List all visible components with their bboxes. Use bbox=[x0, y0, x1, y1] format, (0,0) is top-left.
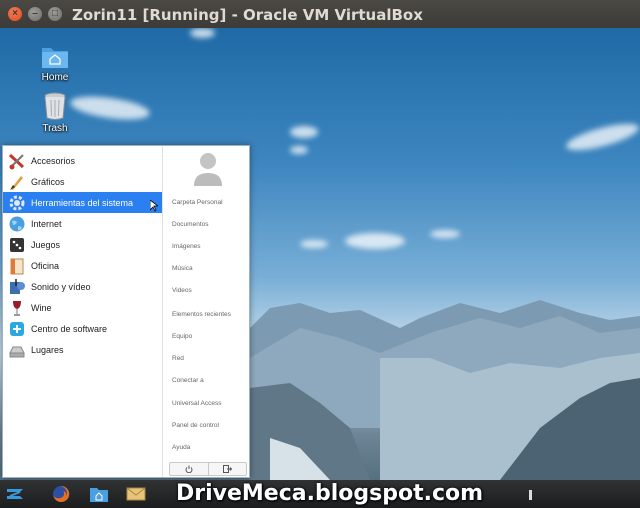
place-panel-de-control[interactable]: Panel de control bbox=[172, 422, 219, 429]
place-equipo[interactable]: Equipo bbox=[172, 333, 192, 340]
wine-glass-icon bbox=[8, 299, 26, 317]
place-red[interactable]: Red bbox=[172, 355, 184, 362]
zorin-menu-icon bbox=[7, 489, 23, 499]
power-icon bbox=[185, 465, 193, 473]
menu-footer bbox=[169, 462, 247, 476]
menu-category-label: Oficina bbox=[31, 260, 60, 271]
menu-category-label: Lugares bbox=[31, 344, 64, 355]
place-imagenes[interactable]: Imágenes bbox=[172, 243, 201, 250]
power-button[interactable] bbox=[170, 463, 208, 475]
accessories-icon bbox=[8, 152, 26, 170]
taskbar-files[interactable] bbox=[88, 484, 110, 504]
maximize-window-button[interactable]: □ bbox=[48, 7, 62, 21]
menu-category-juegos[interactable]: Juegos bbox=[3, 234, 162, 255]
menu-category-graficos[interactable]: Gráficos bbox=[3, 171, 162, 192]
watermark: DriveMeca.blogspot.com bbox=[176, 481, 484, 506]
taskbar-firefox[interactable] bbox=[50, 484, 72, 504]
taskbar-mail[interactable] bbox=[125, 484, 147, 504]
internet-globe-icon bbox=[8, 215, 26, 233]
menu-category-label: Wine bbox=[31, 302, 52, 313]
window-title-bar: × – □ Zorin11 [Running] - Oracle VM Virt… bbox=[0, 0, 640, 28]
mail-icon bbox=[126, 487, 146, 501]
menu-category-herramientas[interactable]: Herramientas del sistema bbox=[3, 192, 162, 213]
place-videos[interactable]: Videos bbox=[172, 287, 192, 294]
menu-category-accesorios[interactable]: Accesorios bbox=[3, 150, 162, 171]
menu-category-oficina[interactable]: Oficina bbox=[3, 255, 162, 276]
menu-category-wine[interactable]: Wine bbox=[3, 297, 162, 318]
place-ayuda[interactable]: Ayuda bbox=[172, 444, 190, 451]
graphics-icon bbox=[8, 173, 26, 191]
menu-category-label: Herramientas del sistema bbox=[31, 197, 134, 208]
menu-category-label: Juegos bbox=[31, 239, 61, 250]
files-icon bbox=[90, 488, 108, 502]
menu-category-internet[interactable]: Internet bbox=[3, 213, 162, 234]
logout-button[interactable] bbox=[207, 463, 247, 475]
place-musica[interactable]: Música bbox=[172, 265, 193, 272]
close-window-button[interactable]: × bbox=[8, 7, 22, 21]
firefox-icon bbox=[53, 485, 70, 502]
menu-category-label: Centro de software bbox=[31, 323, 108, 334]
desktop-icon-home[interactable]: Home bbox=[25, 43, 85, 83]
logout-icon bbox=[222, 465, 232, 473]
place-elementos-recientes[interactable]: Elementos recientes bbox=[172, 311, 231, 318]
games-icon bbox=[8, 236, 26, 254]
menu-category-label: Gráficos bbox=[31, 176, 65, 187]
mouse-pointer-icon bbox=[150, 200, 158, 212]
office-icon bbox=[8, 257, 26, 275]
place-universal-access[interactable]: Universal Access bbox=[172, 400, 222, 407]
menu-category-label: Sonido y vídeo bbox=[31, 281, 91, 292]
menu-places: Carpeta Personal Documentos Imágenes Mús… bbox=[164, 146, 249, 477]
system-tools-icon bbox=[8, 194, 26, 212]
desktop-icon-label: Home bbox=[41, 72, 69, 83]
taskbar-show-desktop[interactable] bbox=[529, 490, 532, 500]
menu-category-centro-software[interactable]: Centro de software bbox=[3, 318, 162, 339]
menu-category-label: Internet bbox=[31, 218, 62, 229]
place-documentos[interactable]: Documentos bbox=[172, 221, 209, 228]
place-conectar-a[interactable]: Conectar a bbox=[172, 377, 204, 384]
multimedia-icon bbox=[8, 278, 26, 296]
desktop-icon-label: Trash bbox=[42, 123, 68, 134]
user-avatar-icon bbox=[194, 153, 222, 186]
menu-categories: Accesorios Gráficos Herramientas del sis… bbox=[3, 146, 163, 477]
desktop-icon-trash[interactable]: Trash bbox=[25, 92, 85, 134]
places-drive-icon bbox=[8, 341, 26, 359]
minimize-window-button[interactable]: – bbox=[28, 7, 42, 21]
menu-category-label: Accesorios bbox=[31, 155, 76, 166]
software-center-icon bbox=[8, 320, 26, 338]
start-menu: Accesorios Gráficos Herramientas del sis… bbox=[2, 145, 250, 478]
folder-home-icon bbox=[42, 48, 68, 68]
window-title: Zorin11 [Running] - Oracle VM VirtualBox bbox=[72, 6, 423, 24]
menu-category-sonido[interactable]: Sonido y vídeo bbox=[3, 276, 162, 297]
place-carpeta-personal[interactable]: Carpeta Personal bbox=[172, 199, 223, 206]
menu-category-lugares[interactable]: Lugares bbox=[3, 339, 162, 360]
zorin-menu-button[interactable] bbox=[4, 484, 26, 504]
trash-icon bbox=[44, 92, 66, 120]
